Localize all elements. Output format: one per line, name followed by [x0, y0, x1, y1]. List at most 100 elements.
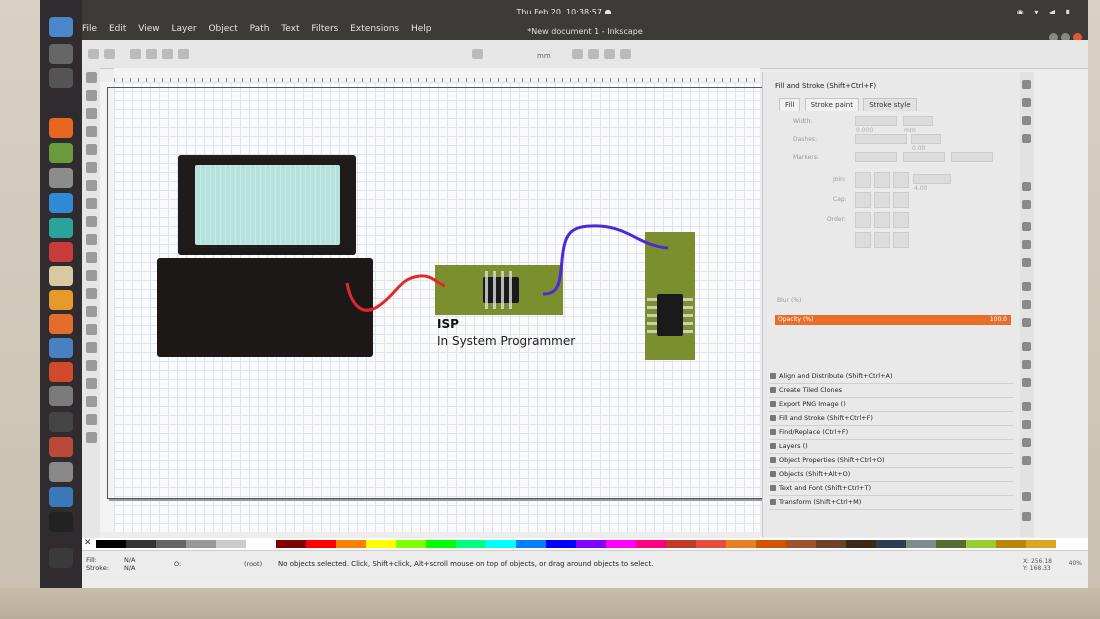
marker-start-select[interactable] [855, 152, 897, 162]
palette-swatch[interactable] [426, 540, 456, 548]
cut-icon[interactable] [1022, 240, 1031, 249]
text-font-cmd-icon[interactable] [1022, 420, 1031, 429]
new-doc-icon[interactable] [1022, 80, 1031, 89]
palette-swatch[interactable] [816, 540, 846, 548]
palette-swatch[interactable] [906, 540, 936, 548]
palette-swatch[interactable] [456, 540, 486, 548]
order-1-icon[interactable] [855, 212, 871, 228]
palette-swatch[interactable] [96, 540, 126, 548]
xml-editor-icon[interactable] [1022, 438, 1031, 447]
palette-swatch[interactable] [396, 540, 426, 548]
dock-align-distribute[interactable]: Align and Distribute (Shift+Ctrl+A) [769, 370, 1013, 384]
width-unit-select[interactable]: mm [903, 116, 933, 134]
cap-butt-icon[interactable] [855, 192, 871, 208]
palette-swatch[interactable] [156, 540, 186, 548]
palette-swatch[interactable] [336, 540, 366, 548]
palette-swatch[interactable] [696, 540, 726, 548]
palette-swatch[interactable] [846, 540, 876, 548]
save-icon[interactable] [1022, 116, 1031, 125]
palette-swatch[interactable] [546, 540, 576, 548]
palette-swatch[interactable] [636, 540, 666, 548]
redo-icon[interactable] [1022, 200, 1031, 209]
palette-swatch[interactable] [1026, 540, 1056, 548]
palette-swatch[interactable] [876, 540, 906, 548]
dock-text-font[interactable]: Text and Font (Shift+Ctrl+T) [769, 482, 1013, 496]
layer-select[interactable]: (root) [244, 560, 262, 568]
dock-object-properties[interactable]: Object Properties (Shift+Ctrl+O) [769, 454, 1013, 468]
palette-swatch[interactable] [936, 540, 966, 548]
fill-stroke-panel: Fill and Stroke (Shift+Ctrl+F) Fill Stro… [762, 72, 1021, 537]
dock-objects[interactable]: Objects (Shift+Alt+O) [769, 468, 1013, 482]
order-4-icon[interactable] [855, 232, 871, 248]
preferences-icon[interactable] [1022, 492, 1031, 501]
dock-tiled-clones[interactable]: Create Tiled Clones [769, 384, 1013, 398]
join-round-icon[interactable] [874, 172, 890, 188]
zoom-page-icon[interactable] [1022, 318, 1031, 327]
print-icon[interactable] [1022, 134, 1031, 143]
order-3-icon[interactable] [893, 212, 909, 228]
dock-transform[interactable]: Transform (Shift+Ctrl+M) [769, 496, 1013, 510]
palette-swatch[interactable] [786, 540, 816, 548]
open-icon[interactable] [1022, 98, 1031, 107]
palette-swatch[interactable] [576, 540, 606, 548]
opacity-indicator[interactable]: O: [174, 560, 181, 568]
dock-layers[interactable]: Layers () [769, 440, 1013, 454]
no-paint-icon[interactable]: ✕ [84, 538, 92, 548]
zoom-drawing-icon[interactable] [1022, 300, 1031, 309]
palette-swatch[interactable] [306, 540, 336, 548]
opacity-value[interactable]: 100.0 [990, 316, 1007, 323]
align-cmd-icon[interactable] [1022, 456, 1031, 465]
join-miter-icon[interactable] [855, 172, 871, 188]
red-wire [345, 274, 446, 312]
duplicate-icon[interactable] [1022, 342, 1031, 351]
order-6-icon[interactable] [893, 232, 909, 248]
diagram-subtitle[interactable]: In System Programmer [437, 334, 575, 348]
palette-swatch[interactable] [756, 540, 786, 548]
commands-bar [1020, 72, 1034, 537]
undo-icon[interactable] [1022, 182, 1031, 191]
stroke-indicator[interactable]: N/A [124, 564, 136, 572]
palette-swatch[interactable] [996, 540, 1026, 548]
group-icon[interactable] [1022, 378, 1031, 387]
dashes-select[interactable] [855, 134, 907, 144]
palette-swatch[interactable] [666, 540, 696, 548]
blur-label[interactable]: Blur (%) [777, 297, 801, 304]
dashes-offset-field[interactable]: 0.00 [911, 134, 941, 152]
palette-swatch[interactable] [486, 540, 516, 548]
tab-fill[interactable]: Fill [779, 98, 801, 111]
palette-swatch[interactable] [726, 540, 756, 548]
cap-square-icon[interactable] [893, 192, 909, 208]
miter-limit-field[interactable]: 4.00 [913, 174, 951, 192]
palette-swatch[interactable] [516, 540, 546, 548]
cap-round-icon[interactable] [874, 192, 890, 208]
tab-stroke-paint[interactable]: Stroke paint [804, 98, 859, 111]
width-field[interactable]: 0.000 [855, 116, 897, 134]
marker-mid-select[interactable] [903, 152, 945, 162]
zoom-field[interactable]: 40% [1069, 560, 1082, 567]
document-properties-icon[interactable] [1022, 512, 1031, 521]
join-bevel-icon[interactable] [893, 172, 909, 188]
palette-swatch[interactable] [246, 540, 276, 548]
palette-swatch[interactable] [216, 540, 246, 548]
palette-swatch[interactable] [606, 540, 636, 548]
tab-stroke-style[interactable]: Stroke style [863, 98, 917, 111]
fill-indicator[interactable]: N/A [124, 556, 136, 564]
palette-swatch[interactable] [126, 540, 156, 548]
dock-export-png[interactable]: Export PNG Image () [769, 398, 1013, 412]
marker-end-select[interactable] [951, 152, 993, 162]
palette-swatch[interactable] [966, 540, 996, 548]
diagram-title[interactable]: ISP [437, 317, 459, 331]
palette-swatch[interactable] [276, 540, 306, 548]
dock-find-replace[interactable]: Find/Replace (Ctrl+F) [769, 426, 1013, 440]
opacity-slider[interactable]: Opacity (%) 100.0 [775, 315, 1011, 325]
order-2-icon[interactable] [874, 212, 890, 228]
zoom-selection-icon[interactable] [1022, 282, 1031, 291]
palette-swatch[interactable] [366, 540, 396, 548]
fill-stroke-cmd-icon[interactable] [1022, 402, 1031, 411]
palette-swatch[interactable] [186, 540, 216, 548]
copy-icon[interactable] [1022, 222, 1031, 231]
dock-fill-stroke[interactable]: Fill and Stroke (Shift+Ctrl+F) [769, 412, 1013, 426]
clone-icon[interactable] [1022, 360, 1031, 369]
order-5-icon[interactable] [874, 232, 890, 248]
paste-icon[interactable] [1022, 258, 1031, 267]
